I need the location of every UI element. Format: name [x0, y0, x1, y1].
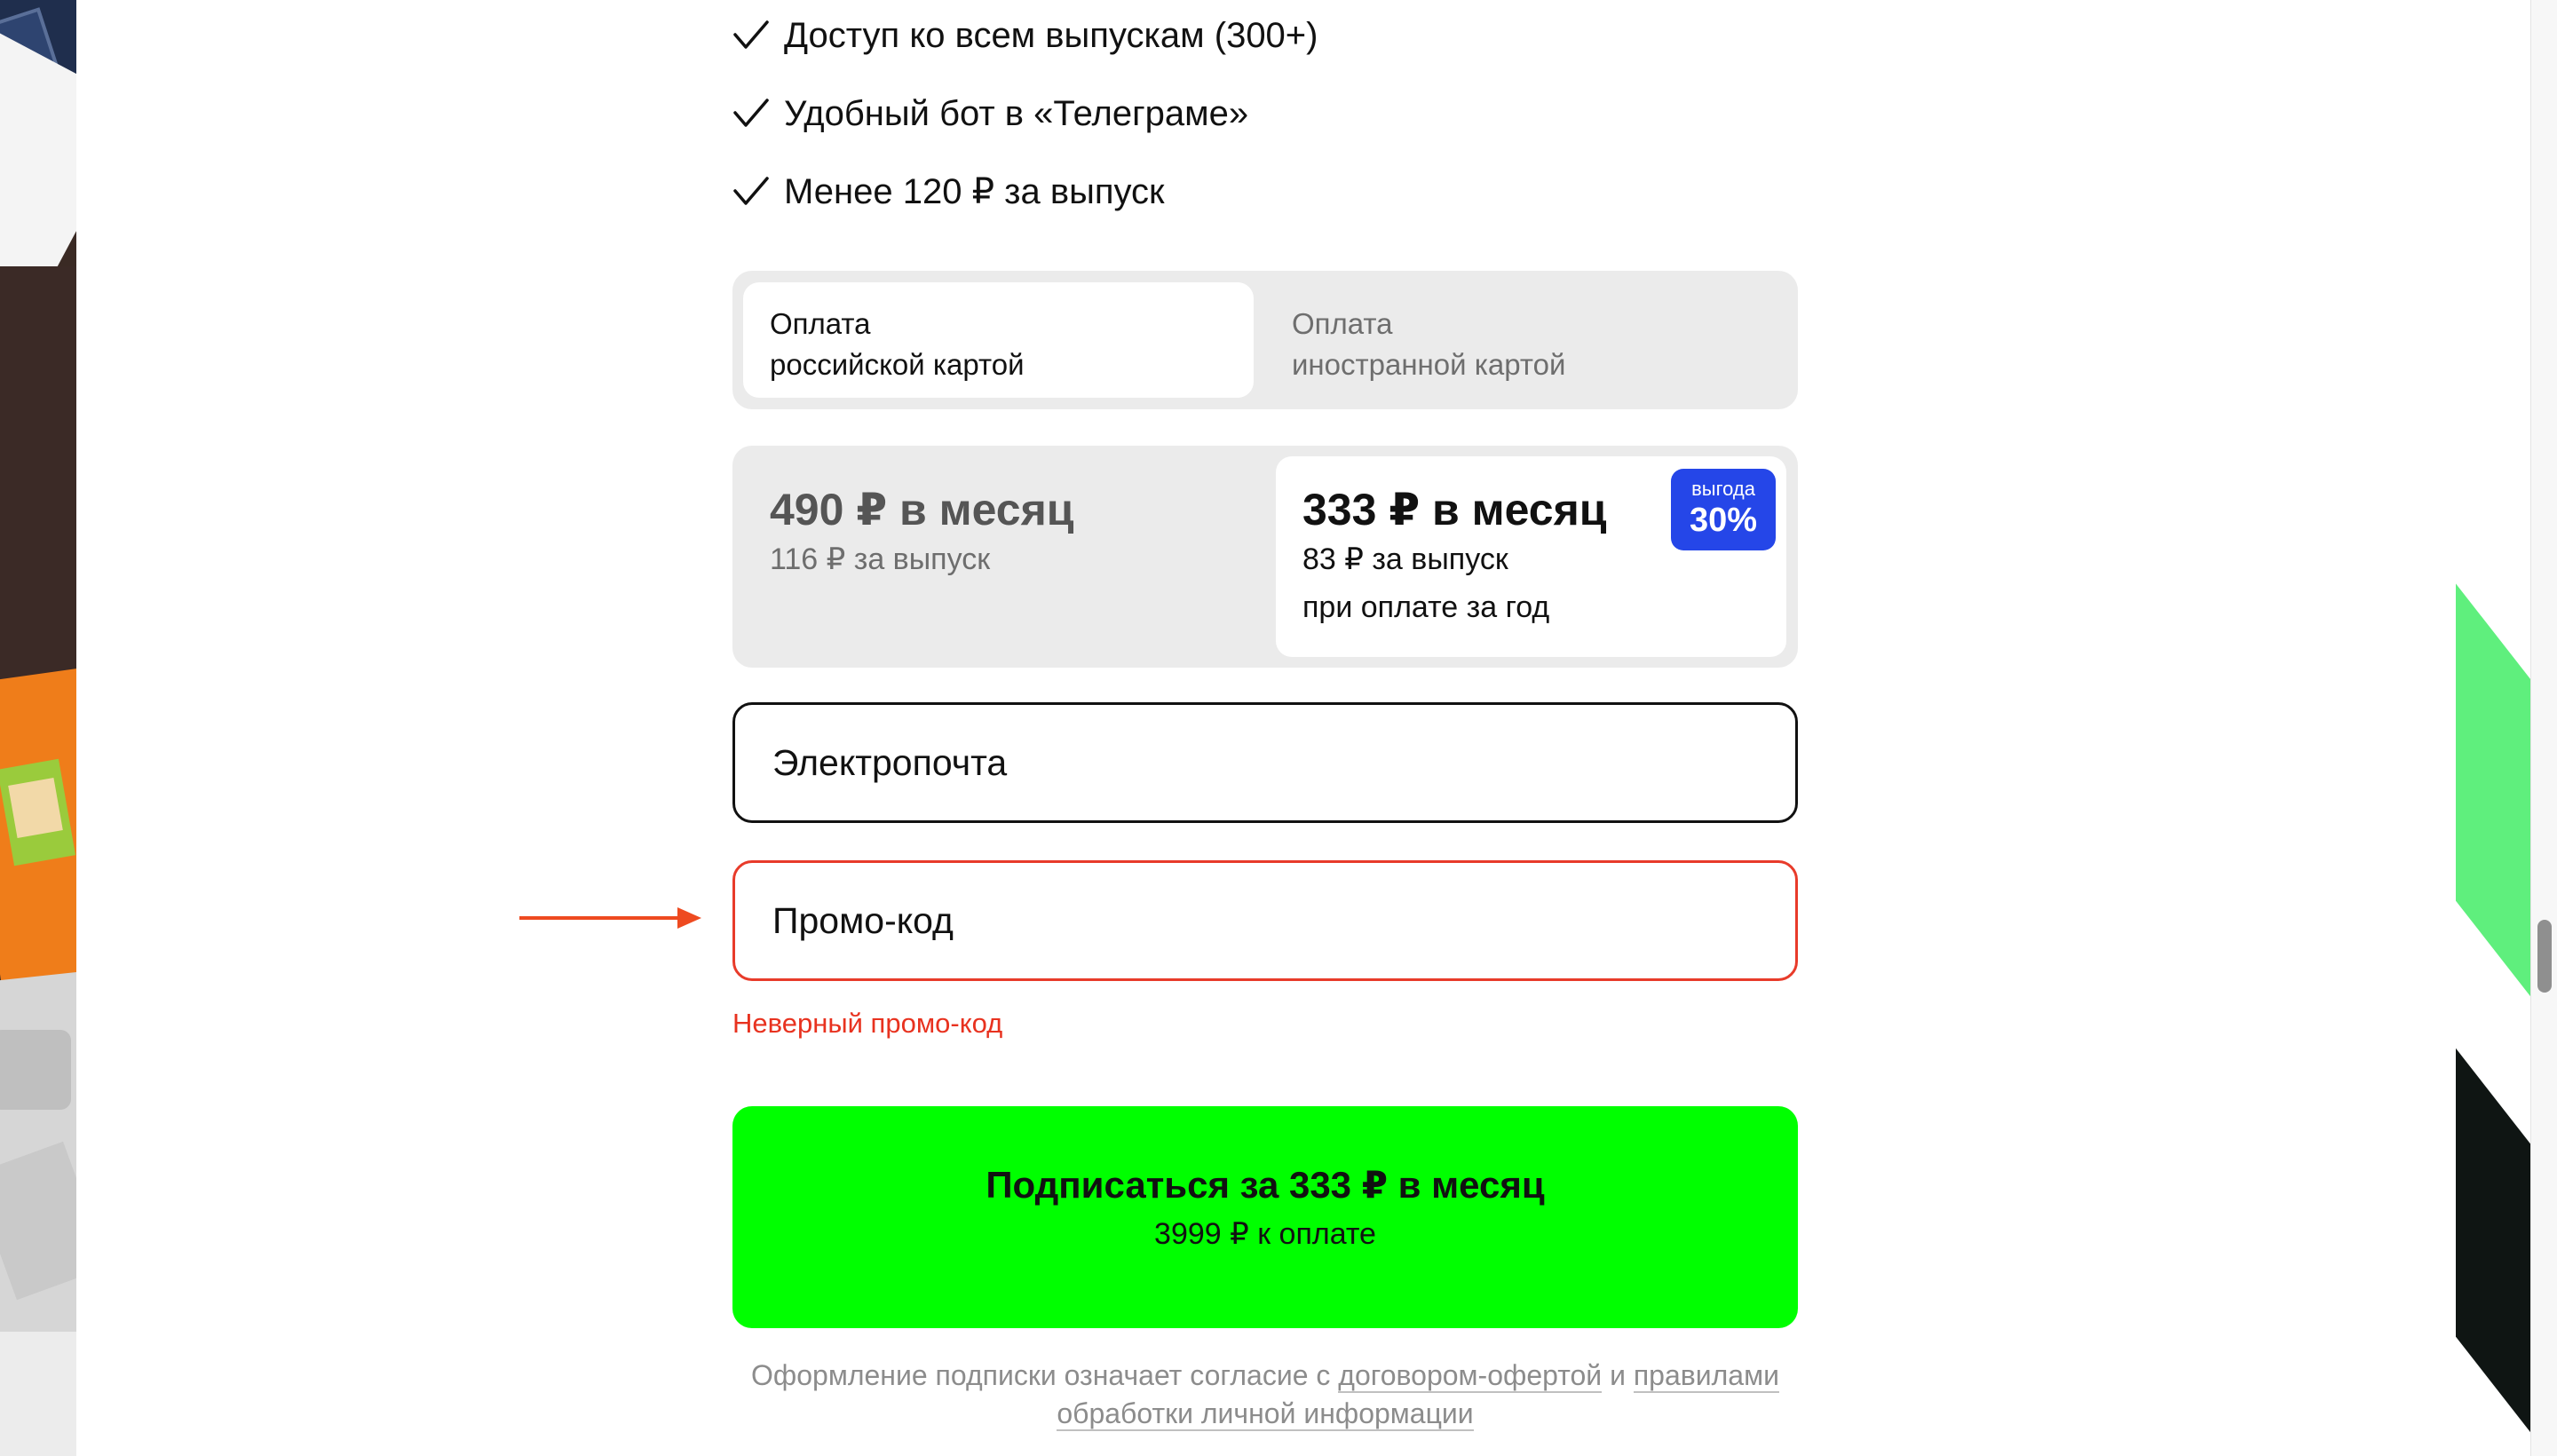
privacy-rules-link[interactable]: правилами	[1633, 1359, 1779, 1393]
payment-option-foreign-card[interactable]: Оплата иностранной картой	[1265, 282, 1776, 398]
payment-option-line2: иностранной картой	[1292, 348, 1566, 381]
plan-per-issue: 116 ₽ за выпуск	[770, 542, 991, 576]
annotation-arrow-icon	[519, 907, 701, 929]
plan-yearly[interactable]: 333 ₽ в месяц 83 ₽ за выпуск при оплате …	[1276, 456, 1786, 657]
promo-code-field[interactable]: Промо-код	[732, 860, 1798, 981]
feature-item: Доступ ко всем выпускам (300+)	[732, 9, 1318, 62]
plan-monthly[interactable]: 490 ₽ в месяц 116 ₽ за выпуск	[743, 456, 1254, 657]
feature-item: Менее 120 ₽ за выпуск	[732, 165, 1165, 218]
payment-option-russian-card[interactable]: Оплата российской картой	[743, 282, 1254, 398]
email-field[interactable]: Электропочта	[732, 702, 1798, 823]
email-placeholder: Электропочта	[772, 741, 1008, 783]
discount-badge-value: 30%	[1689, 502, 1758, 539]
payment-option-line2: российской картой	[770, 348, 1025, 381]
promo-code-placeholder: Промо-код	[772, 899, 954, 941]
offer-agreement-link[interactable]: договором-офертой	[1338, 1359, 1603, 1393]
check-icon	[733, 20, 769, 49]
legal-prefix: Оформление подписки означает согласие с	[751, 1359, 1339, 1391]
scrollbar-track[interactable]	[2530, 0, 2557, 1456]
subscribe-button[interactable]: Подписаться за 333 ₽ в месяц 3999 ₽ к оп…	[732, 1106, 1798, 1328]
background-image-right	[2456, 0, 2557, 1456]
payment-option-line1: Оплата	[1292, 307, 1393, 340]
privacy-rules-link[interactable]: обработки личной информации	[1057, 1397, 1474, 1431]
feature-item: Удобный бот в «Телеграме»	[732, 87, 1248, 140]
promo-code-error: Неверный промо-код	[732, 1008, 1003, 1039]
plan-selector: 490 ₽ в месяц 116 ₽ за выпуск 333 ₽ в ме…	[732, 446, 1798, 668]
payment-method-toggle: Оплата российской картой Оплата иностран…	[732, 271, 1798, 409]
feature-text: Доступ ко всем выпускам (300+)	[784, 15, 1318, 55]
legal-notice: Оформление подписки означает согласие с …	[732, 1357, 1798, 1433]
subscribe-button-label: Подписаться за 333 ₽ в месяц	[986, 1164, 1545, 1206]
plan-price: 490 ₽ в месяц	[770, 485, 1074, 534]
feature-text: Удобный бот в «Телеграме»	[784, 93, 1249, 133]
plan-note: при оплате за год	[1302, 590, 1550, 624]
background-image-left	[0, 0, 76, 1456]
feature-text: Менее 120 ₽ за выпуск	[784, 172, 1165, 211]
check-icon	[733, 99, 769, 127]
payment-option-line1: Оплата	[770, 307, 871, 340]
check-icon	[733, 177, 769, 205]
subscribe-button-sublabel: 3999 ₽ к оплате	[1154, 1217, 1376, 1251]
discount-badge: выгода 30%	[1671, 469, 1776, 550]
discount-badge-label: выгода	[1691, 478, 1755, 500]
scrollbar-thumb[interactable]	[2537, 920, 2552, 993]
legal-middle: и	[1602, 1359, 1634, 1391]
